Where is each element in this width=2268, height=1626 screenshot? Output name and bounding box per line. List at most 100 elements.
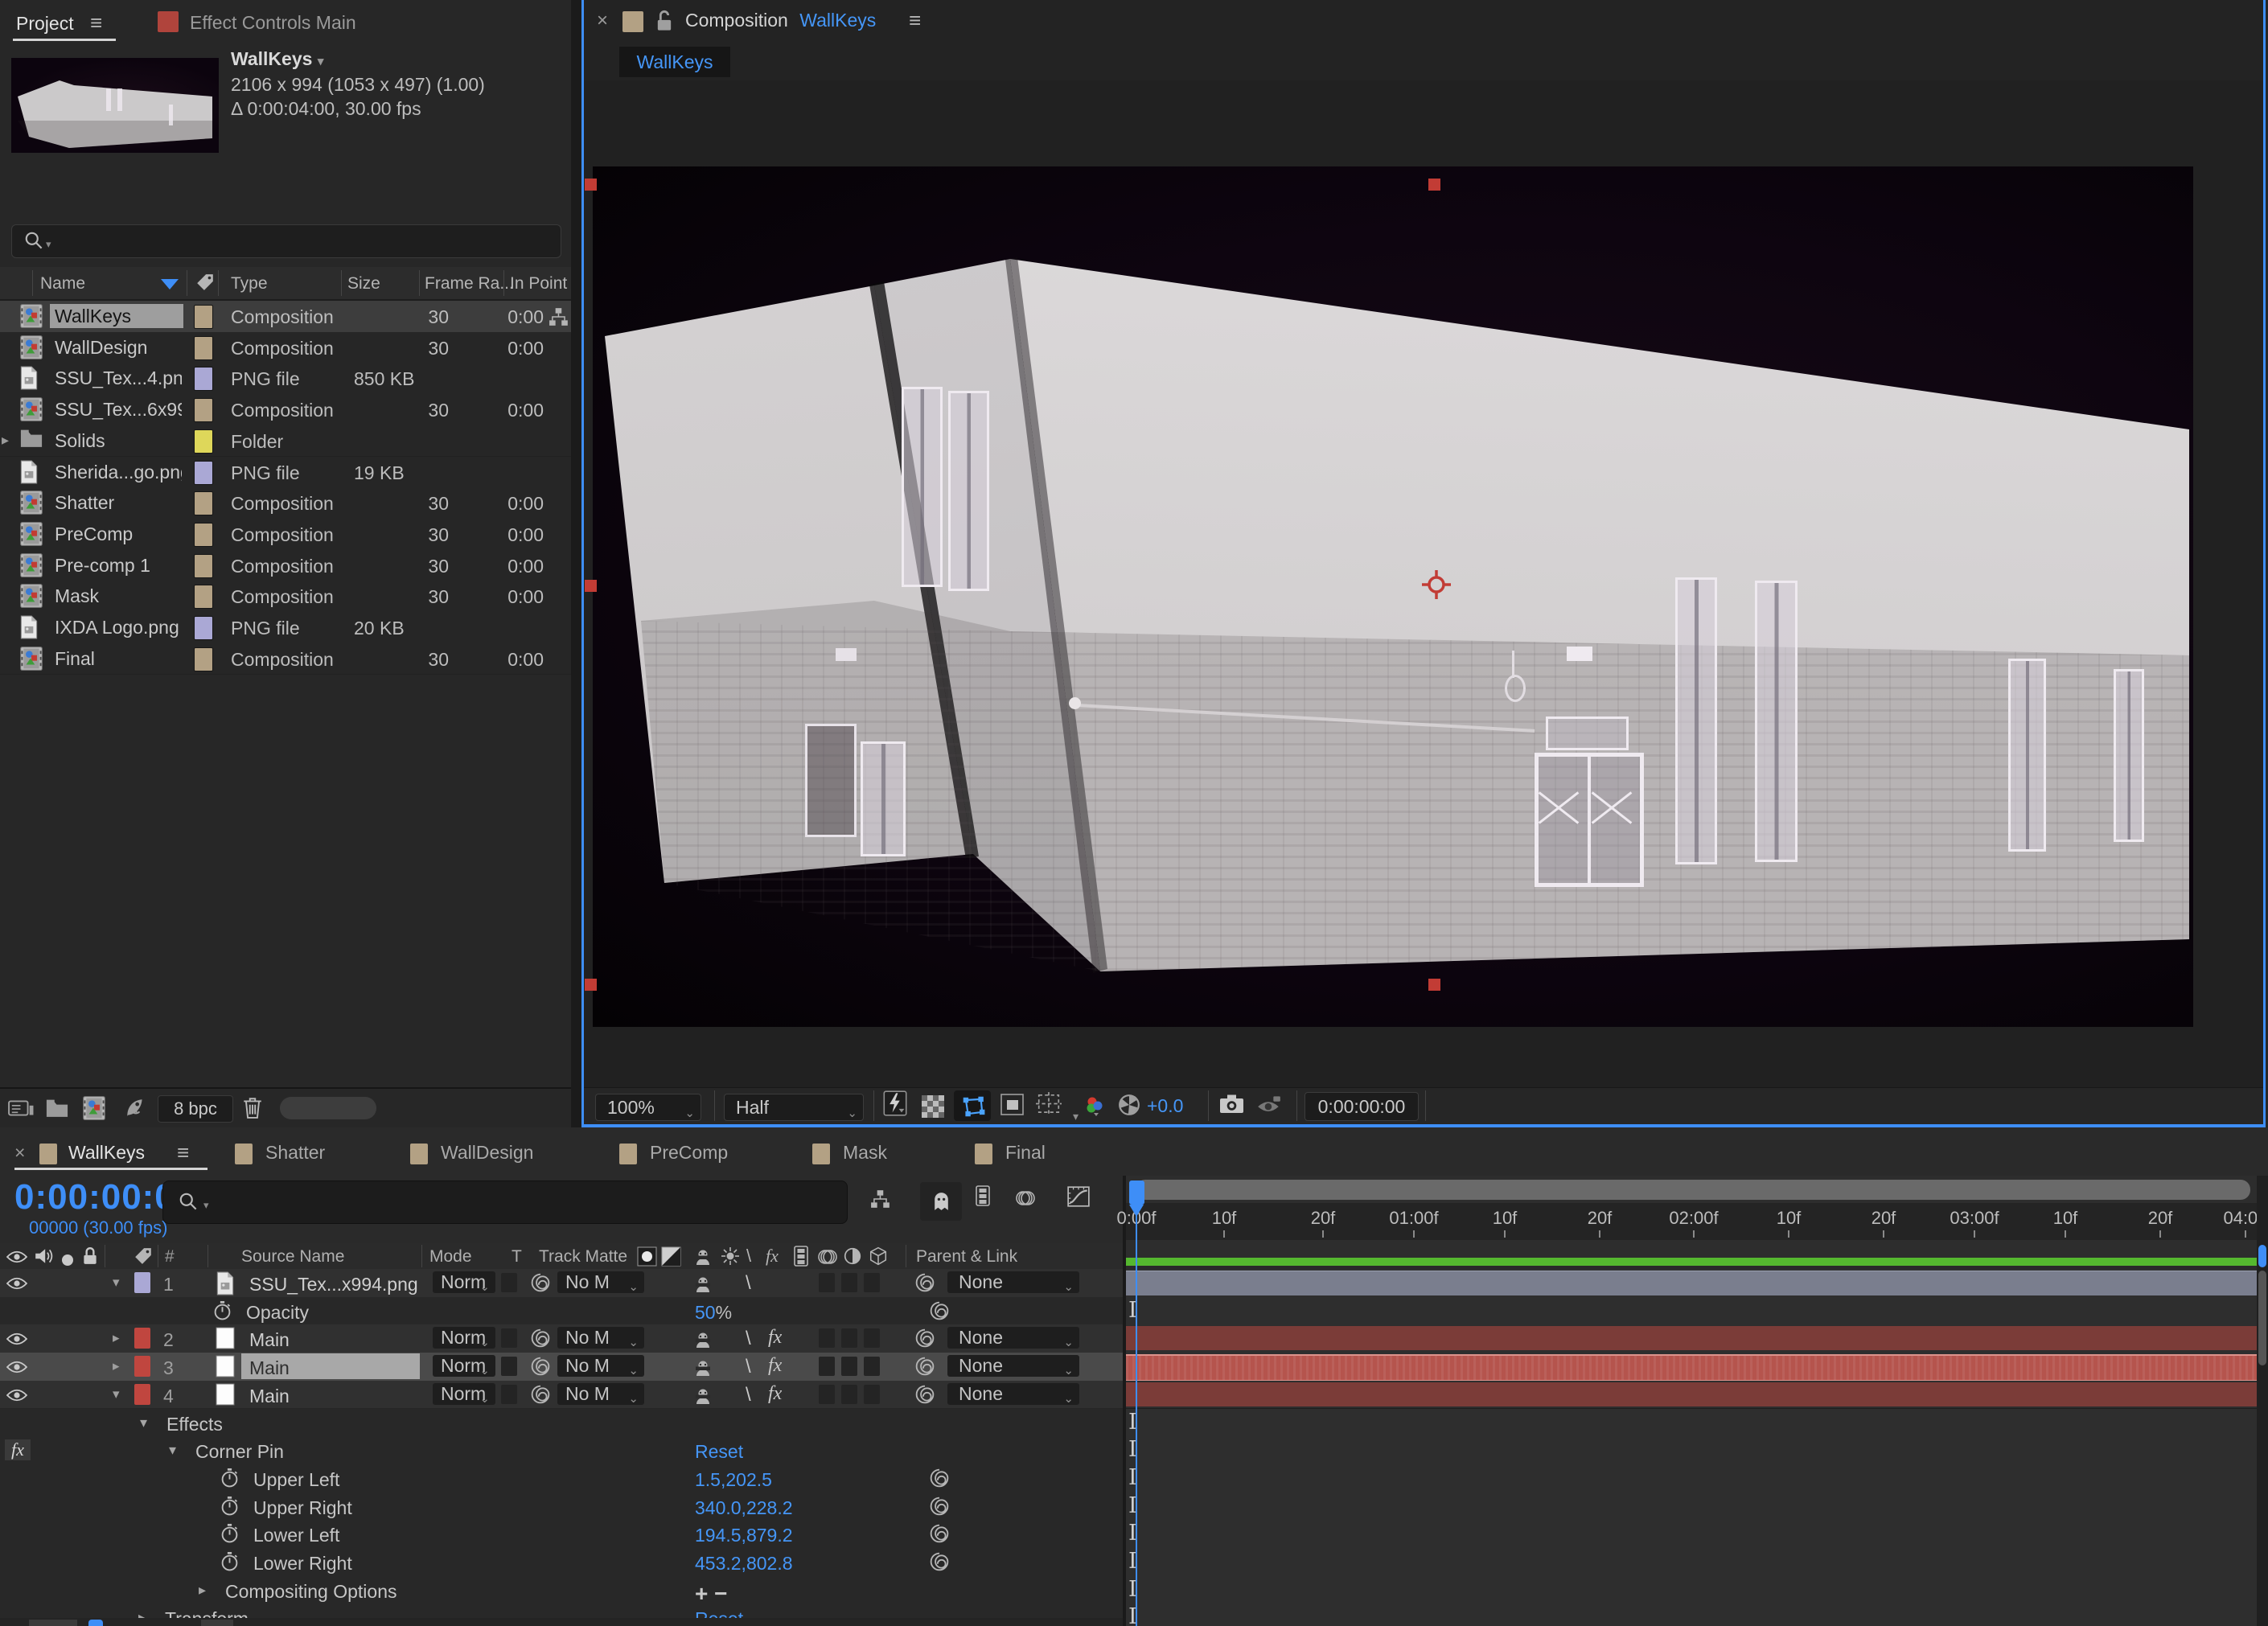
- project-item-row[interactable]: FinalComposition300:00: [0, 643, 571, 675]
- property-group-row[interactable]: ▸ Compositing Options + −: [0, 1576, 1123, 1605]
- column-frame-rate[interactable]: Frame Ra...: [425, 274, 514, 294]
- track-matte-select[interactable]: No M⌄: [557, 1383, 644, 1405]
- new-composition-icon[interactable]: [82, 1096, 106, 1125]
- layer-name[interactable]: Main: [249, 1329, 290, 1351]
- layer-expander-icon[interactable]: ▾: [113, 1275, 120, 1291]
- tab-project[interactable]: Project ≡: [16, 8, 102, 37]
- track-matte-pickwhip-icon[interactable]: [531, 1273, 550, 1297]
- comp-tab-close-icon[interactable]: ×: [597, 10, 608, 32]
- parent-pickwhip-icon[interactable]: [915, 1357, 935, 1381]
- motion-blur-icon[interactable]: [1015, 1189, 1036, 1213]
- parent-select[interactable]: None⌄: [947, 1327, 1079, 1349]
- blend-mode-select[interactable]: Norm⌄: [433, 1271, 495, 1293]
- layer-track[interactable]: [1126, 1269, 2268, 1298]
- group-expander-icon[interactable]: ▾: [169, 1442, 176, 1459]
- preserve-transparency-well[interactable]: [501, 1357, 517, 1376]
- timeline-tab-walldesign[interactable]: WallDesign: [441, 1139, 533, 1166]
- property-value[interactable]: 194.5,879.2: [695, 1525, 793, 1546]
- motion-blur-column-icon[interactable]: [817, 1247, 838, 1271]
- layer-visibility-eye-icon[interactable]: [6, 1330, 27, 1352]
- property-value[interactable]: 1.5,202.5: [695, 1469, 772, 1491]
- effects-toggle-fx-icon[interactable]: fx: [768, 1355, 782, 1377]
- parent-select[interactable]: None⌄: [947, 1355, 1079, 1377]
- quality-toggle-icon[interactable]: \: [746, 1356, 751, 1378]
- preserve-transparency-well[interactable]: [501, 1328, 517, 1348]
- search-dropdown-icon[interactable]: ▾: [203, 1199, 209, 1212]
- exposure-reset-icon[interactable]: [1118, 1094, 1140, 1121]
- time-ruler[interactable]: 0:00f10f20f01:00f10f20f02:00f10f20f03:00…: [1126, 1203, 2268, 1241]
- new-folder-icon[interactable]: [45, 1098, 69, 1123]
- project-item-row[interactable]: PreCompComposition300:00: [0, 519, 571, 551]
- track-matte-select[interactable]: No M⌄: [557, 1271, 644, 1293]
- property-value[interactable]: + −: [695, 1581, 727, 1607]
- column-mode[interactable]: Mode: [429, 1247, 472, 1267]
- layer-name[interactable]: Main: [249, 1357, 290, 1379]
- property-pickwhip-icon[interactable]: [930, 1524, 949, 1548]
- property-row[interactable]: Lower Left 194.5,879.2: [0, 1520, 1123, 1549]
- parent-pickwhip-icon[interactable]: [915, 1273, 935, 1297]
- property-value[interactable]: 50%: [695, 1302, 732, 1324]
- column-in-point[interactable]: In Point: [510, 274, 567, 294]
- layer-visibility-eye-icon[interactable]: [6, 1275, 27, 1296]
- stopwatch-icon[interactable]: [220, 1523, 239, 1549]
- grid-guides-icon[interactable]: [1036, 1092, 1062, 1121]
- project-item-row[interactable]: ShatterComposition300:00: [0, 487, 571, 519]
- unlock-icon[interactable]: [655, 10, 674, 37]
- frame-blend-column-icon[interactable]: [793, 1246, 809, 1271]
- switch-well[interactable]: [864, 1357, 880, 1376]
- switch-well[interactable]: [864, 1273, 880, 1292]
- property-track[interactable]: I: [1126, 1464, 2268, 1493]
- stopwatch-icon[interactable]: [220, 1551, 239, 1577]
- timeline-tab-close-icon[interactable]: ×: [14, 1139, 25, 1166]
- label-color-swatch[interactable]: [194, 523, 213, 547]
- composition-viewport[interactable]: [593, 166, 2193, 1027]
- work-area-bar[interactable]: [1136, 1180, 2250, 1200]
- column-name[interactable]: Name: [40, 274, 85, 294]
- transparency-grid-icon[interactable]: [922, 1095, 944, 1118]
- property-value-text[interactable]: 453.2,802.8: [695, 1553, 793, 1574]
- project-item-row[interactable]: SSU_Tex...6x994Composition300:00: [0, 394, 571, 426]
- property-name[interactable]: Opacity: [246, 1302, 309, 1324]
- property-value-text[interactable]: 1.5,202.5: [695, 1469, 772, 1490]
- layer-duration-bar[interactable]: [1126, 1271, 2257, 1295]
- layer-row[interactable]: ▸3MainNorm⌄No M⌄\fxNone⌄: [0, 1353, 1123, 1382]
- switch-well[interactable]: [841, 1273, 857, 1292]
- stopwatch-icon[interactable]: [213, 1300, 232, 1326]
- property-pickwhip-icon[interactable]: [930, 1301, 949, 1325]
- preview-item-name[interactable]: WallKeys ▾: [231, 48, 323, 70]
- property-name[interactable]: Lower Left: [253, 1525, 339, 1546]
- track-matte-select[interactable]: No M⌄: [557, 1355, 644, 1377]
- blend-mode-select[interactable]: Norm⌄: [433, 1383, 495, 1405]
- composition-flowchart-icon[interactable]: [870, 1189, 891, 1214]
- property-name[interactable]: Upper Left: [253, 1469, 339, 1491]
- stopwatch-icon[interactable]: [220, 1496, 239, 1521]
- property-value[interactable]: 453.2,802.8: [695, 1553, 793, 1575]
- blend-mode-select[interactable]: Norm⌄: [433, 1327, 495, 1349]
- layer-visibility-eye-icon[interactable]: [6, 1386, 27, 1408]
- layer-label-swatch[interactable]: [134, 1356, 150, 1377]
- column-t[interactable]: T: [512, 1247, 522, 1267]
- playhead-line[interactable]: [1136, 1205, 1137, 1626]
- lock-column-icon[interactable]: [82, 1246, 98, 1271]
- timeline-tab-mask[interactable]: Mask: [843, 1139, 887, 1166]
- property-track[interactable]: I: [1126, 1436, 2268, 1465]
- search-dropdown-icon[interactable]: ▾: [46, 238, 51, 251]
- comp-viewer-tab[interactable]: WallKeys: [619, 47, 730, 77]
- column-type[interactable]: Type: [231, 274, 268, 294]
- property-track[interactable]: I: [1126, 1576, 2268, 1605]
- shy-column-icon[interactable]: [693, 1248, 713, 1270]
- property-name[interactable]: Compositing Options: [225, 1581, 397, 1603]
- horizontal-scrollbar-thumb[interactable]: [280, 1097, 376, 1119]
- channel-settings-icon[interactable]: [1084, 1095, 1107, 1123]
- quality-toggle-icon[interactable]: \: [746, 1328, 751, 1350]
- region-of-interest-icon[interactable]: [1000, 1094, 1025, 1121]
- preserve-transparency-well[interactable]: [501, 1385, 517, 1404]
- audio-column-speaker-icon[interactable]: [34, 1247, 53, 1270]
- group-expander-icon[interactable]: ▸: [199, 1582, 206, 1599]
- parent-select[interactable]: None⌄: [947, 1383, 1079, 1405]
- property-row[interactable]: Upper Right340.0,228.2: [0, 1493, 1123, 1521]
- switch-well[interactable]: [864, 1328, 880, 1348]
- matte-luma-icon[interactable]: [661, 1246, 681, 1271]
- layer-handle[interactable]: [585, 979, 597, 991]
- layer-track[interactable]: [1126, 1381, 2268, 1410]
